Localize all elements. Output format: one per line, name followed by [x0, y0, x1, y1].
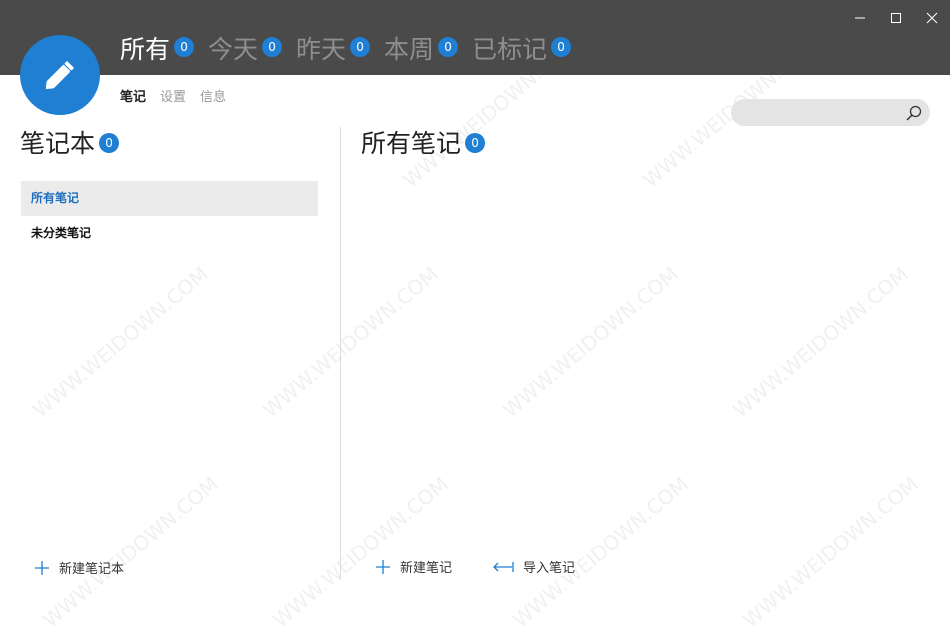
filter-tabs: 所有 0 今天 0 昨天 0 本周 0 已标记 0 — [120, 32, 585, 68]
import-icon — [493, 561, 514, 572]
import-notes-label: 导入笔记 — [523, 561, 576, 576]
subnav-notes[interactable]: 笔记 — [120, 86, 146, 105]
search-input[interactable] — [743, 103, 907, 124]
filter-tab-label: 昨天 — [296, 35, 347, 64]
watermark-text: WWW.WEIDOWN.COM — [258, 261, 443, 423]
count-badge: 0 — [99, 133, 120, 153]
import-notes-button[interactable]: 导入笔记 — [492, 557, 575, 576]
count-badge: 0 — [438, 37, 459, 57]
count-badge: 0 — [350, 37, 371, 57]
new-notebook-label: 新建笔记本 — [59, 562, 125, 577]
count-badge: 0 — [551, 37, 572, 57]
pencil-icon — [45, 61, 74, 90]
filter-tab-this-week[interactable]: 本周 0 — [384, 32, 459, 68]
count-badge: 0 — [174, 37, 195, 57]
notes-title: 所有笔记 — [361, 129, 462, 158]
maximize-icon — [891, 13, 901, 23]
panel-divider — [340, 127, 341, 580]
subnav-info[interactable]: 信息 — [200, 86, 226, 105]
new-note-button[interactable]: 新建笔记 — [375, 557, 452, 576]
notebook-item-uncategorized[interactable]: 未分类笔记 — [21, 216, 318, 251]
new-notebook-button[interactable]: 新建笔记本 — [34, 558, 124, 577]
window-controls — [842, 6, 950, 30]
watermark-text: WWW.WEIDOWN.COM — [738, 471, 923, 632]
plus-icon — [376, 559, 390, 574]
plus-icon — [35, 560, 49, 575]
filter-tab-label: 已标记 — [472, 35, 548, 64]
filter-tab-yesterday[interactable]: 昨天 0 — [296, 32, 371, 68]
sub-navigation: 笔记 设置 信息 — [120, 86, 240, 105]
notes-header: 所有笔记 0 — [361, 126, 486, 162]
count-badge: 0 — [465, 133, 486, 153]
filter-tab-today[interactable]: 今天 0 — [208, 32, 283, 68]
search-box — [731, 99, 930, 126]
watermark-text: WWW.WEIDOWN.COM — [38, 471, 223, 632]
watermark-text: WWW.WEIDOWN.COM — [728, 261, 913, 423]
notebooks-header: 笔记本 0 — [20, 126, 120, 162]
maximize-button[interactable] — [878, 6, 914, 30]
notebook-list: 所有笔记 未分类笔记 — [21, 181, 318, 251]
minimize-button[interactable] — [842, 6, 878, 30]
close-button[interactable] — [914, 6, 950, 30]
watermark-text: WWW.WEIDOWN.COM — [268, 471, 453, 632]
watermark-text: WWW.WEIDOWN.COM — [28, 261, 213, 423]
notebook-item-all-notes[interactable]: 所有笔记 — [21, 181, 318, 216]
new-note-label: 新建笔记 — [400, 561, 453, 576]
count-badge: 0 — [262, 37, 283, 57]
minimize-icon — [855, 17, 865, 19]
filter-tab-label: 本周 — [384, 35, 435, 64]
notebooks-title: 笔记本 — [20, 129, 96, 158]
app-logo — [20, 35, 100, 115]
close-icon — [926, 12, 938, 24]
filter-tab-label: 今天 — [208, 35, 259, 64]
search-icon[interactable] — [905, 104, 923, 122]
title-bar: 所有 0 今天 0 昨天 0 本周 0 已标记 0 — [0, 0, 950, 75]
filter-tab-label: 所有 — [120, 35, 171, 64]
watermark-text: WWW.WEIDOWN.COM — [498, 261, 683, 423]
filter-tab-flagged[interactable]: 已标记 0 — [472, 32, 572, 68]
watermark-text: WWW.WEIDOWN.COM — [508, 471, 693, 632]
filter-tab-all[interactable]: 所有 0 — [120, 32, 195, 68]
subnav-settings[interactable]: 设置 — [160, 86, 186, 105]
